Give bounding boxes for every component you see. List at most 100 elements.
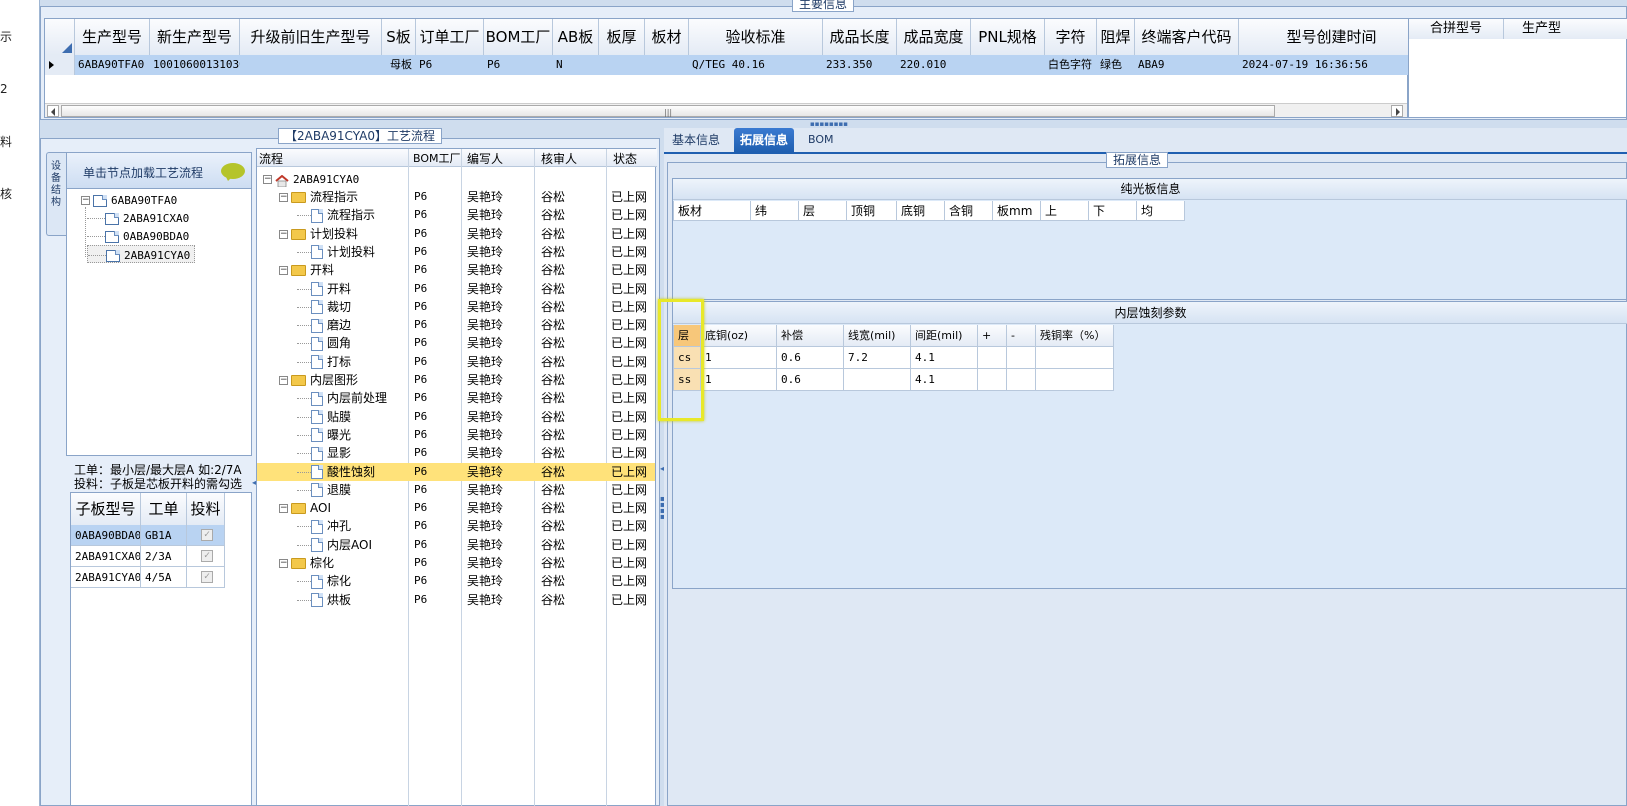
reviewer-cell[interactable]: 谷松	[541, 591, 565, 609]
flow-row[interactable]: − AOI P6 吴艳玲 谷松 已上网	[257, 499, 655, 517]
bom-factory-cell[interactable]: P6	[414, 280, 427, 298]
reviewer-col-header[interactable]: 核审人	[541, 150, 577, 167]
collapse-icon[interactable]: −	[279, 193, 288, 202]
table-cell[interactable]	[599, 55, 645, 75]
flow-step-node[interactable]: − AOI	[279, 499, 331, 517]
column-header[interactable]: 阻焊	[1097, 19, 1135, 55]
column-header[interactable]: PNL规格	[971, 19, 1045, 55]
column-header[interactable]: 型号创建时间	[1239, 19, 1425, 55]
sub-model-cell[interactable]: 2ABA91CYA0	[71, 567, 141, 588]
scroll-thumb[interactable]: |||	[61, 105, 1275, 117]
work-order-header[interactable]: 工单	[141, 493, 187, 525]
bom-factory-cell[interactable]: P6	[414, 426, 427, 444]
sub-model-cell[interactable]: 2ABA91CXA0	[71, 546, 141, 567]
status-cell[interactable]: 已上网	[611, 334, 647, 352]
table-cell[interactable]: 220.010	[897, 55, 971, 75]
etch-cell[interactable]	[1007, 347, 1036, 369]
bom-factory-cell[interactable]: P6	[414, 554, 427, 572]
flow-step-node[interactable]: 流程指示	[297, 206, 375, 224]
etch-cell[interactable]: 4.1	[911, 347, 978, 369]
writer-cell[interactable]: 吴艳玲	[467, 408, 503, 426]
etch-column-header[interactable]: 间距(mil)	[911, 325, 978, 347]
writer-cell[interactable]: 吴艳玲	[467, 389, 503, 407]
status-cell[interactable]: 已上网	[611, 408, 647, 426]
left-strip-label[interactable]: 示	[0, 28, 12, 45]
left-strip-label[interactable]: 2	[0, 82, 8, 96]
tree-node-root[interactable]: − 6ABA90TFA0	[81, 191, 177, 209]
bare-board-column-header[interactable]: 下	[1089, 201, 1137, 221]
bom-factory-cell[interactable]: P6	[414, 243, 427, 261]
status-cell[interactable]: 已上网	[611, 261, 647, 279]
table-cell[interactable]: 2024-07-19 16:36:56	[1239, 55, 1425, 75]
etch-cell[interactable]	[1036, 347, 1114, 369]
bom-factory-cell[interactable]: P6	[414, 261, 427, 279]
flow-row[interactable]: 圆角 P6 吴艳玲 谷松 已上网	[257, 334, 655, 352]
writer-cell[interactable]: 吴艳玲	[467, 591, 503, 609]
sub-model-header[interactable]: 子板型号	[71, 493, 141, 525]
status-cell[interactable]: 已上网	[611, 206, 647, 224]
column-header[interactable]: 升级前旧生产型号	[240, 19, 382, 55]
flow-row[interactable]: 裁切 P6 吴艳玲 谷松 已上网	[257, 298, 655, 316]
etch-cell[interactable]: 0.6	[777, 347, 844, 369]
flow-step-node[interactable]: − 开料	[279, 261, 334, 279]
writer-cell[interactable]: 吴艳玲	[467, 371, 503, 389]
collapse-icon[interactable]: −	[81, 196, 90, 205]
flow-step-node[interactable]: 烘板	[297, 591, 351, 609]
etch-column-header[interactable]: 底铜(oz)	[701, 325, 777, 347]
table-cell[interactable]	[971, 55, 1045, 75]
etch-cell[interactable]: 0.6	[777, 369, 844, 391]
bom-factory-cell[interactable]: P6	[414, 206, 427, 224]
reviewer-cell[interactable]: 谷松	[541, 353, 565, 371]
reviewer-cell[interactable]: 谷松	[541, 261, 565, 279]
status-cell[interactable]: 已上网	[611, 243, 647, 261]
status-cell[interactable]: 已上网	[611, 481, 647, 499]
collapse-icon[interactable]: −	[279, 504, 288, 514]
feed-checkbox[interactable]: ✓	[201, 550, 213, 562]
bom-factory-cell[interactable]: P6	[414, 389, 427, 407]
reviewer-cell[interactable]: 谷松	[541, 334, 565, 352]
writer-cell[interactable]: 吴艳玲	[467, 463, 503, 481]
collapse-icon[interactable]: −	[279, 266, 288, 276]
flow-row[interactable]: − 流程指示 P6 吴艳玲 谷松 已上网	[257, 188, 655, 206]
flow-row[interactable]: 退膜 P6 吴艳玲 谷松 已上网	[257, 481, 655, 499]
flow-step-node[interactable]: 内层AOI	[297, 536, 372, 554]
flow-step-node[interactable]: 开料	[297, 280, 351, 298]
reviewer-cell[interactable]: 谷松	[541, 280, 565, 298]
writer-cell[interactable]: 吴艳玲	[467, 280, 503, 298]
table-cell[interactable]	[240, 55, 382, 75]
column-header[interactable]: 成品长度	[823, 19, 897, 55]
status-cell[interactable]: 已上网	[611, 554, 647, 572]
etch-cell[interactable]	[978, 369, 1007, 391]
column-header[interactable]: 生产型号	[75, 19, 150, 55]
status-cell[interactable]: 已上网	[611, 463, 647, 481]
table-cell[interactable]: 绿色	[1097, 55, 1135, 75]
bom-factory-cell[interactable]: P6	[414, 536, 427, 554]
bare-board-column-header[interactable]: 纬	[751, 201, 799, 221]
feed-checkbox-cell[interactable]: ✓	[187, 525, 225, 546]
flow-row[interactable]: 内层AOI P6 吴艳玲 谷松 已上网	[257, 536, 655, 554]
etch-column-header[interactable]: +	[978, 325, 1007, 347]
reviewer-cell[interactable]: 谷松	[541, 444, 565, 462]
flow-row[interactable]: 显影 P6 吴艳玲 谷松 已上网	[257, 444, 655, 462]
bare-board-column-header[interactable]: 层	[799, 201, 847, 221]
reviewer-cell[interactable]: 谷松	[541, 426, 565, 444]
etch-cell[interactable]	[844, 369, 911, 391]
table-cell[interactable]: N	[553, 55, 599, 75]
bom-factory-cell[interactable]: P6	[414, 463, 427, 481]
work-order-cell[interactable]: 4/5A	[141, 567, 187, 588]
table-cell[interactable]	[645, 55, 689, 75]
writer-cell[interactable]: 吴艳玲	[467, 536, 503, 554]
writer-cell[interactable]: 吴艳玲	[467, 206, 503, 224]
writer-cell[interactable]: 吴艳玲	[467, 261, 503, 279]
flow-row[interactable]: 棕化 P6 吴艳玲 谷松 已上网	[257, 572, 655, 590]
reviewer-cell[interactable]: 谷松	[541, 316, 565, 334]
flow-step-node[interactable]: 裁切	[297, 298, 351, 316]
writer-cell[interactable]: 吴艳玲	[467, 426, 503, 444]
flow-row[interactable]: − 计划投料 P6 吴艳玲 谷松 已上网	[257, 225, 655, 243]
table-cell[interactable]: 10010600131030	[150, 55, 240, 75]
reviewer-cell[interactable]: 谷松	[541, 243, 565, 261]
flow-row[interactable]: 冲孔 P6 吴艳玲 谷松 已上网	[257, 517, 655, 535]
etch-cell[interactable]: 1	[701, 369, 777, 391]
column-header[interactable]: 字符	[1045, 19, 1097, 55]
bare-board-column-header[interactable]: 上	[1041, 201, 1089, 221]
